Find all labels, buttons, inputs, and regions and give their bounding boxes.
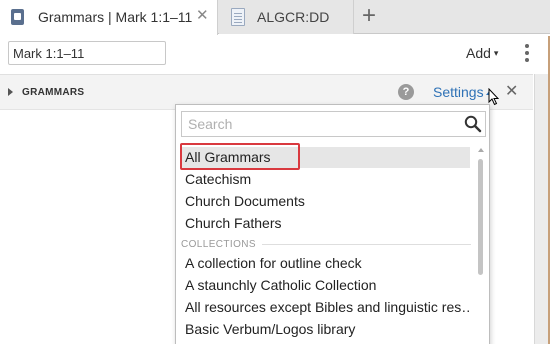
- book-icon: [11, 9, 24, 25]
- search-icon[interactable]: [464, 115, 482, 133]
- collection-dropdown: All Grammars Catechism Church Documents …: [175, 104, 490, 344]
- list-item-collection[interactable]: A collection for outline check: [180, 253, 470, 274]
- tab-close-icon[interactable]: ✕: [196, 7, 209, 25]
- search-input[interactable]: [182, 112, 457, 136]
- scroll-up-icon[interactable]: [478, 148, 484, 152]
- reference-toolbar: Add▾: [0, 35, 550, 73]
- reference-input[interactable]: [8, 41, 166, 65]
- tab-grammars[interactable]: Grammars | Mark 1:1–11 ✕: [0, 0, 218, 35]
- list-item-collection[interactable]: Basic Verbum/Logos library: [180, 319, 470, 340]
- chevron-down-icon: ▾: [493, 48, 499, 58]
- add-button[interactable]: Add ▾: [466, 45, 498, 61]
- tab-algcr[interactable]: ALGCR:DD: [219, 0, 354, 34]
- list-item-catechism[interactable]: Catechism: [180, 169, 470, 190]
- search-field: [181, 111, 486, 137]
- tab-bar: Grammars | Mark 1:1–11 ✕ ALGCR:DD +: [0, 0, 550, 35]
- divider: [261, 243, 471, 245]
- new-tab-button[interactable]: +: [362, 3, 376, 29]
- list-item-collection[interactable]: All resources except Bibles and linguist…: [180, 297, 470, 318]
- document-icon: [231, 8, 245, 26]
- dropdown-scrollbar[interactable]: [475, 145, 487, 344]
- settings-button[interactable]: Settings: [433, 84, 484, 100]
- list-item-all-grammars[interactable]: All Grammars: [180, 147, 470, 168]
- add-label: Add: [466, 45, 491, 61]
- more-options-icon[interactable]: [524, 44, 530, 64]
- help-icon[interactable]: ?: [398, 84, 414, 100]
- tab-title: ALGCR:DD: [257, 9, 330, 25]
- tab-title: Grammars | Mark 1:1–11: [38, 9, 193, 25]
- section-title: GRAMMARS: [22, 87, 85, 98]
- scrollbar-thumb[interactable]: [478, 159, 483, 275]
- collections-header-label: COLLECTIONS: [181, 238, 256, 250]
- list-item-church-documents[interactable]: Church Documents: [180, 191, 470, 212]
- expand-arrow-icon[interactable]: [8, 88, 13, 96]
- close-section-icon[interactable]: ✕: [505, 83, 518, 101]
- list-item-collection[interactable]: A staunchly Catholic Collection: [180, 275, 470, 296]
- collections-group-header: COLLECTIONS: [181, 237, 471, 251]
- list-item-church-fathers[interactable]: Church Fathers: [180, 213, 470, 234]
